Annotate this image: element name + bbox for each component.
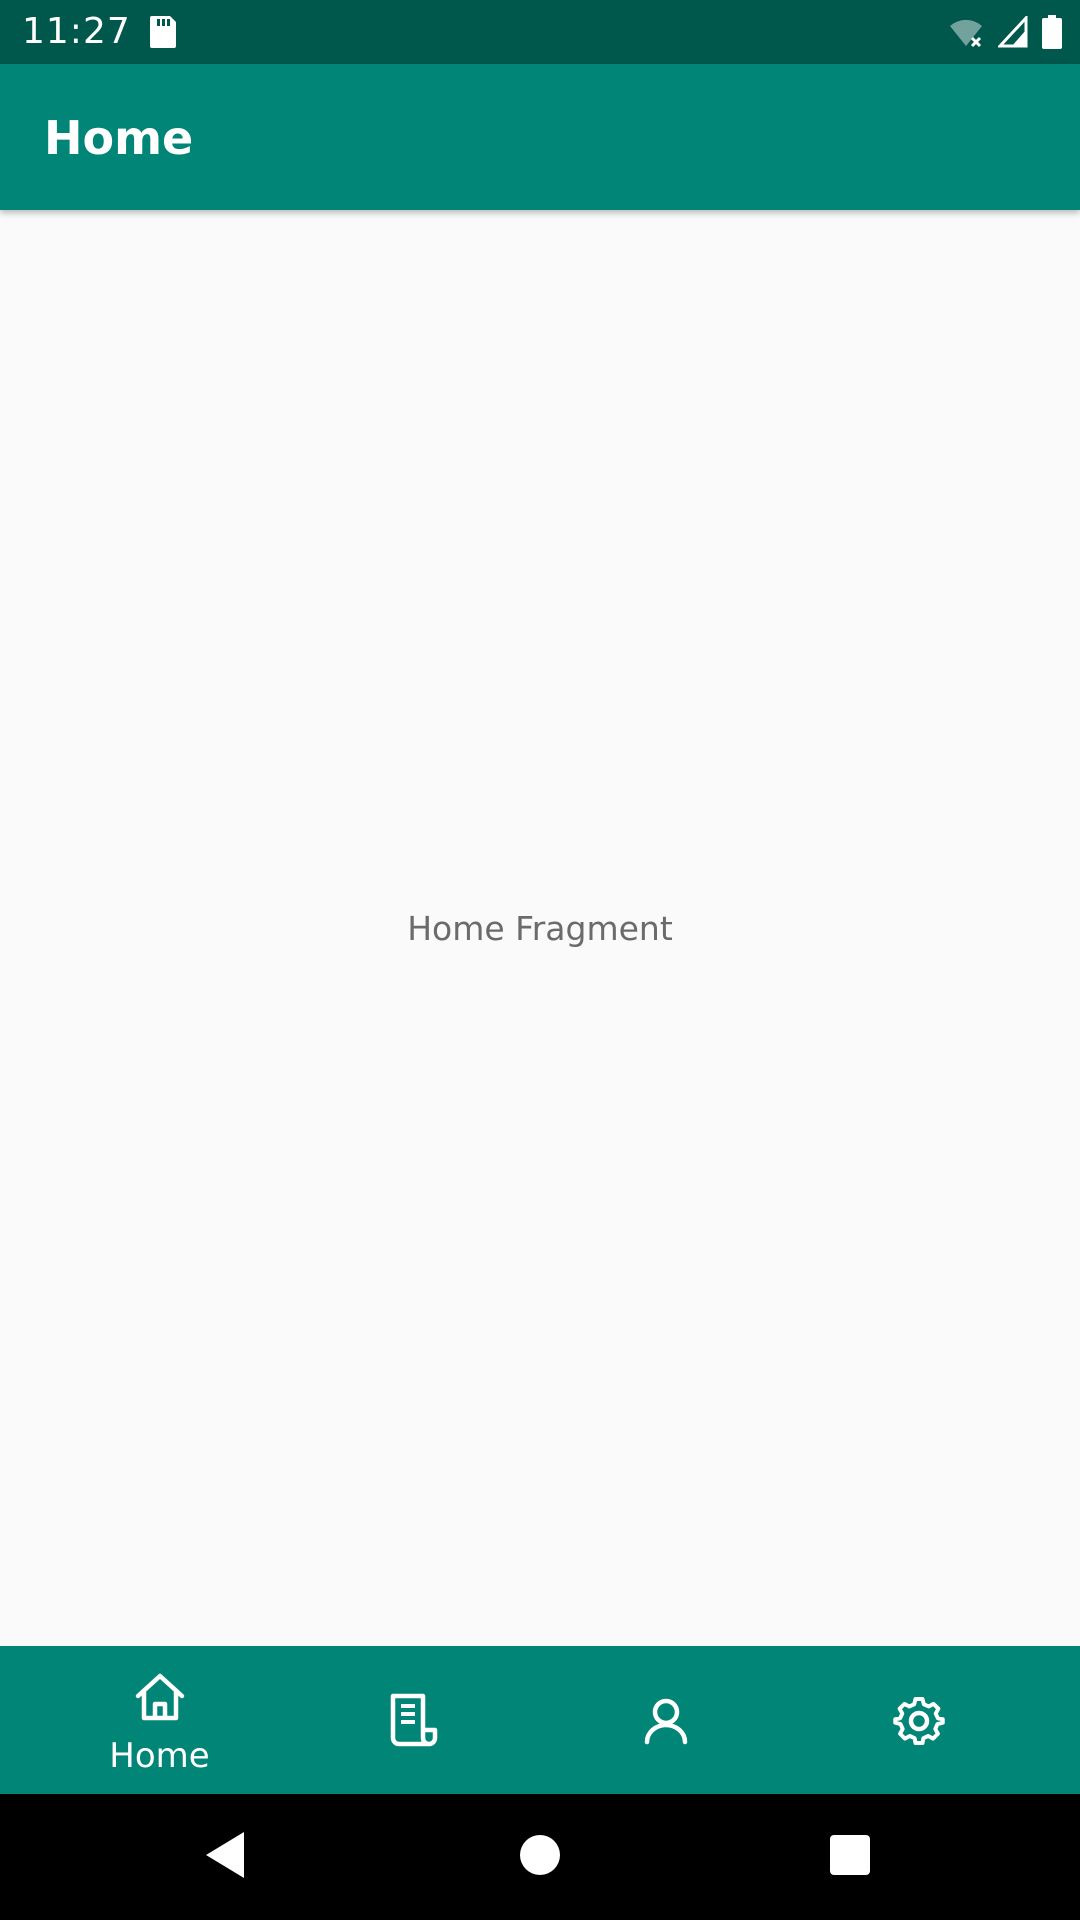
nav-item-home[interactable]: Home [33, 1646, 286, 1794]
receipt-icon [390, 1693, 437, 1747]
nav-label-home: Home [109, 1736, 210, 1776]
status-icons [948, 14, 1062, 50]
app-bar: Home [0, 64, 1080, 210]
status-bar: 11:27 [0, 0, 1080, 64]
phone-screen: 11:27 Home Home Fragment Home [0, 0, 1080, 1920]
page-title: Home [44, 111, 194, 165]
bottom-navigation: Home [0, 1646, 1080, 1794]
system-navigation-bar [0, 1794, 1080, 1920]
fragment-container: Home Fragment [0, 210, 1080, 1646]
cell-signal-icon [998, 16, 1028, 48]
sd-card-icon [150, 16, 176, 48]
person-icon [644, 1698, 687, 1745]
nav-item-profile[interactable] [539, 1646, 792, 1794]
status-time: 11:27 [22, 11, 131, 52]
nav-item-receipt[interactable] [286, 1646, 539, 1794]
battery-icon [1042, 15, 1062, 49]
recents-icon[interactable] [829, 1834, 871, 1876]
back-icon[interactable] [204, 1830, 248, 1880]
gear-icon [892, 1697, 945, 1745]
wifi-off-icon [950, 19, 982, 48]
home-icon [135, 1673, 184, 1721]
fragment-label: Home Fragment [407, 909, 673, 948]
home-circle-icon[interactable] [519, 1834, 561, 1876]
nav-item-settings[interactable] [792, 1646, 1045, 1794]
